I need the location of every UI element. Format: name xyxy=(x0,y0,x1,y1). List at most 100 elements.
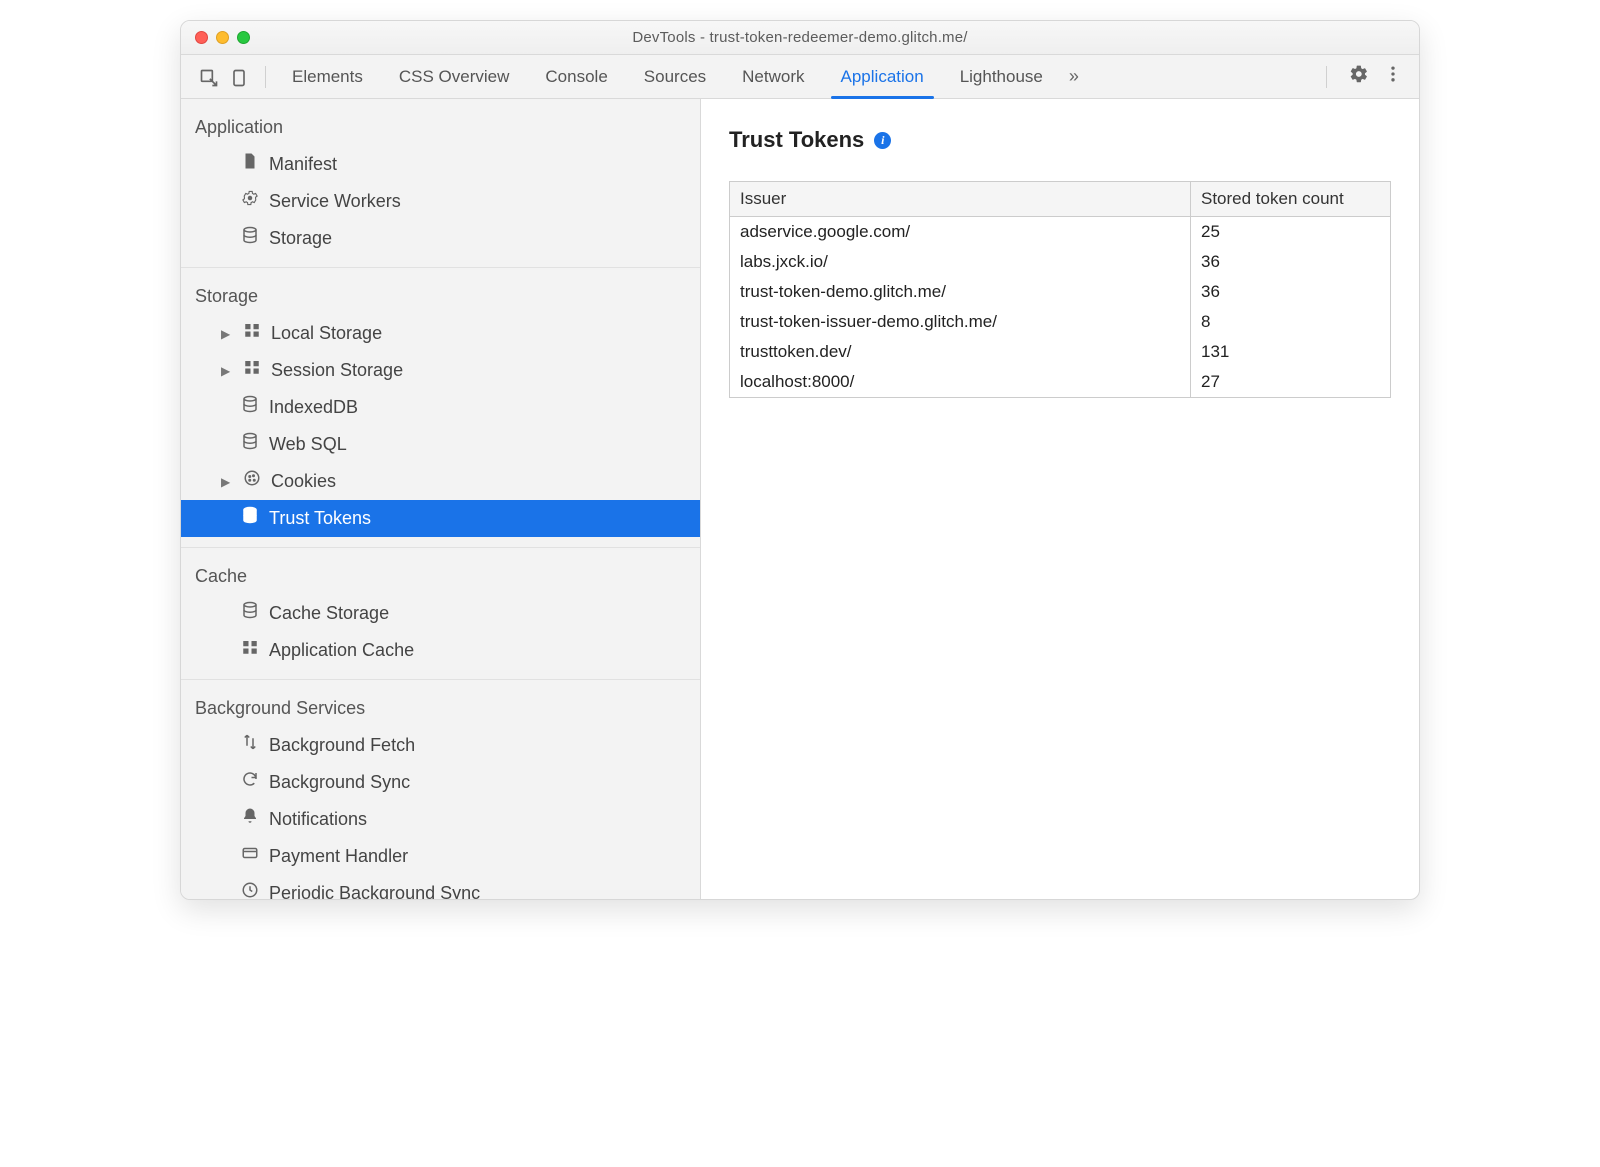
application-sidebar: ApplicationManifest Service Workers Storag… xyxy=(181,99,701,899)
zoom-window-button[interactable] xyxy=(237,31,250,44)
devtools-window: DevTools - trust-token-redeemer-demo.gli… xyxy=(180,20,1420,900)
sidebar-item-trust-tokens[interactable]: Trust Tokens xyxy=(181,500,700,537)
table-row[interactable]: labs.jxck.io/36 xyxy=(730,247,1391,277)
table-row[interactable]: adservice.google.com/25 xyxy=(730,217,1391,248)
toolbar-separator xyxy=(1326,66,1327,88)
cell-count: 8 xyxy=(1191,307,1391,337)
content-area: ApplicationManifest Service Workers Storag… xyxy=(181,99,1419,899)
cell-issuer: labs.jxck.io/ xyxy=(730,247,1191,277)
cell-count: 25 xyxy=(1191,217,1391,248)
settings-gear-icon[interactable] xyxy=(1349,64,1369,89)
more-menu-icon[interactable] xyxy=(1383,64,1403,89)
device-toolbar-icon[interactable] xyxy=(229,68,247,86)
sidebar-section-heading: Background Services xyxy=(181,690,700,727)
tab-label: CSS Overview xyxy=(399,67,510,87)
sidebar-item-label: Background Sync xyxy=(269,769,410,796)
tab-network[interactable]: Network xyxy=(724,55,822,98)
sidebar-item-background-fetch[interactable]: Background Fetch xyxy=(181,727,700,764)
sidebar-item-payment-handler[interactable]: Payment Handler xyxy=(181,838,700,875)
expand-caret-icon[interactable]: ▶ xyxy=(221,473,231,491)
sidebar-item-label: Session Storage xyxy=(271,357,403,384)
table-row[interactable]: trusttoken.dev/131 xyxy=(730,337,1391,367)
cell-issuer: trusttoken.dev/ xyxy=(730,337,1191,367)
titlebar: DevTools - trust-token-redeemer-demo.gli… xyxy=(181,21,1419,55)
card-icon xyxy=(241,843,259,870)
cell-count: 36 xyxy=(1191,247,1391,277)
tab-label: Lighthouse xyxy=(960,67,1043,87)
cell-count: 131 xyxy=(1191,337,1391,367)
sidebar-item-label: Trust Tokens xyxy=(269,505,371,532)
updown-icon xyxy=(241,732,259,759)
info-icon[interactable]: i xyxy=(874,132,891,149)
main-toolbar: Elements CSS Overview Console Sources Networ… xyxy=(181,55,1419,99)
cell-count: 27 xyxy=(1191,367,1391,398)
table-row[interactable]: trust-token-issuer-demo.glitch.me/8 xyxy=(730,307,1391,337)
sidebar-item-label: Service Workers xyxy=(269,188,401,215)
inspect-element-icon[interactable] xyxy=(199,68,217,86)
expand-caret-icon[interactable]: ▶ xyxy=(221,325,231,343)
panel-heading: Trust Tokens i xyxy=(729,127,1391,153)
db-icon xyxy=(241,600,259,627)
sidebar-item-periodic-background-sync[interactable]: Periodic Background Sync xyxy=(181,875,700,899)
sidebar-section-heading: Storage xyxy=(181,278,700,315)
tab-lighthouse[interactable]: Lighthouse xyxy=(942,55,1061,98)
window-controls xyxy=(195,31,250,44)
tab-label: Elements xyxy=(292,67,363,87)
sidebar-item-label: Periodic Background Sync xyxy=(269,880,480,899)
sidebar-item-label: Web SQL xyxy=(269,431,347,458)
tabs-overflow-button[interactable]: » xyxy=(1061,66,1087,87)
tab-label: Sources xyxy=(644,67,706,87)
sidebar-item-background-sync[interactable]: Background Sync xyxy=(181,764,700,801)
column-header-count[interactable]: Stored token count xyxy=(1191,182,1391,217)
sidebar-item-label: Storage xyxy=(269,225,332,252)
tab-elements[interactable]: Elements xyxy=(274,55,381,98)
sidebar-item-manifest[interactable]: Manifest xyxy=(181,146,700,183)
sidebar-item-label: Payment Handler xyxy=(269,843,408,870)
cell-issuer: adservice.google.com/ xyxy=(730,217,1191,248)
sidebar-section-heading: Cache xyxy=(181,558,700,595)
sidebar-item-label: Notifications xyxy=(269,806,367,833)
cookie-icon xyxy=(243,468,261,495)
column-header-issuer[interactable]: Issuer xyxy=(730,182,1191,217)
sidebar-item-cache-storage[interactable]: Cache Storage xyxy=(181,595,700,632)
cell-issuer: trust-token-demo.glitch.me/ xyxy=(730,277,1191,307)
tab-application[interactable]: Application xyxy=(823,55,942,98)
main-panel: Trust Tokens i Issuer Stored token count… xyxy=(701,99,1419,899)
grid-icon xyxy=(243,320,261,347)
sidebar-item-web-sql[interactable]: Web SQL xyxy=(181,426,700,463)
sidebar-item-label: Cache Storage xyxy=(269,600,389,627)
sidebar-item-label: IndexedDB xyxy=(269,394,358,421)
sidebar-item-service-workers[interactable]: Service Workers xyxy=(181,183,700,220)
sidebar-item-notifications[interactable]: Notifications xyxy=(181,801,700,838)
tab-css-overview[interactable]: CSS Overview xyxy=(381,55,528,98)
table-row[interactable]: trust-token-demo.glitch.me/36 xyxy=(730,277,1391,307)
sidebar-item-label: Application Cache xyxy=(269,637,414,664)
sidebar-section-heading: Application xyxy=(181,109,700,146)
minimize-window-button[interactable] xyxy=(216,31,229,44)
sidebar-item-indexeddb[interactable]: IndexedDB xyxy=(181,389,700,426)
table-row[interactable]: localhost:8000/27 xyxy=(730,367,1391,398)
sidebar-item-label: Cookies xyxy=(271,468,336,495)
grid-icon xyxy=(241,637,259,664)
sidebar-item-cookies[interactable]: ▶ Cookies xyxy=(181,463,700,500)
tab-label: Console xyxy=(545,67,607,87)
sidebar-item-storage[interactable]: Storage xyxy=(181,220,700,257)
tab-console[interactable]: Console xyxy=(527,55,625,98)
expand-caret-icon[interactable]: ▶ xyxy=(221,362,231,380)
sidebar-item-application-cache[interactable]: Application Cache xyxy=(181,632,700,669)
sidebar-item-local-storage[interactable]: ▶ Local Storage xyxy=(181,315,700,352)
tab-sources[interactable]: Sources xyxy=(626,55,724,98)
cell-issuer: localhost:8000/ xyxy=(730,367,1191,398)
panel-heading-text: Trust Tokens xyxy=(729,127,864,153)
cell-issuer: trust-token-issuer-demo.glitch.me/ xyxy=(730,307,1191,337)
gear-icon xyxy=(241,188,259,215)
window-title: DevTools - trust-token-redeemer-demo.gli… xyxy=(193,29,1407,46)
close-window-button[interactable] xyxy=(195,31,208,44)
table-header-row: Issuer Stored token count xyxy=(730,182,1391,217)
sidebar-item-session-storage[interactable]: ▶ Session Storage xyxy=(181,352,700,389)
sidebar-item-label: Local Storage xyxy=(271,320,382,347)
sync-icon xyxy=(241,769,259,796)
bell-icon xyxy=(241,806,259,833)
clock-icon xyxy=(241,880,259,899)
db-icon xyxy=(241,505,259,532)
